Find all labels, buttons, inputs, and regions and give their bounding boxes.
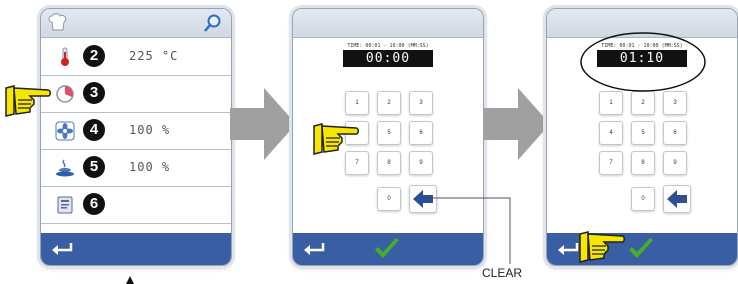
pointing-hand-icon	[5, 85, 51, 117]
fan-value: 100 %	[129, 123, 171, 137]
key-0[interactable]: 0	[631, 187, 655, 211]
top-bar	[293, 9, 483, 38]
highlight-ellipse	[580, 32, 706, 92]
main-menu-screen: 2 225 °C 3 4 100 % 5 100 % 6	[40, 8, 232, 266]
confirm-check-icon[interactable]	[627, 237, 655, 261]
key-0[interactable]: 0	[377, 187, 401, 211]
temperature-value: 225 °C	[129, 49, 179, 63]
step-badge: 6	[83, 193, 105, 215]
chef-hat-icon[interactable]	[47, 13, 69, 33]
flow-arrow-icon	[230, 88, 296, 160]
thermometer-icon	[61, 47, 69, 66]
key-7[interactable]: 7	[599, 151, 623, 175]
step-badge: 5	[83, 156, 105, 178]
steam-value: 100 %	[129, 160, 171, 174]
key-5[interactable]: 5	[631, 121, 655, 145]
time-display: 00:00	[343, 50, 433, 67]
row-steam[interactable]: 5 100 %	[41, 150, 231, 187]
search-icon[interactable]	[203, 13, 223, 33]
key-9[interactable]: 9	[409, 151, 433, 175]
time-range-caption: TIME: 00:01 - 10:00 (MM:SS)	[347, 43, 429, 49]
row-temperature[interactable]: 2 225 °C	[41, 39, 231, 76]
row-timer[interactable]: 3	[41, 76, 231, 113]
row-recipe[interactable]: 6	[41, 187, 231, 224]
key-9[interactable]: 9	[663, 151, 687, 175]
clear-button[interactable]	[663, 185, 691, 213]
bottom-bar	[547, 233, 737, 265]
key-8[interactable]: 8	[377, 151, 401, 175]
key-1[interactable]: 1	[345, 91, 369, 115]
clear-arrow-icon	[667, 190, 687, 208]
bottom-bar	[41, 233, 231, 265]
back-arrow-icon[interactable]	[301, 241, 327, 257]
key-6[interactable]: 6	[409, 121, 433, 145]
pointer-marker-icon	[126, 276, 134, 284]
step-badge: 4	[83, 119, 105, 141]
key-2[interactable]: 2	[377, 91, 401, 115]
callout-line	[432, 197, 511, 264]
key-3[interactable]: 3	[663, 91, 687, 115]
steam-icon	[56, 159, 74, 177]
back-arrow-icon[interactable]	[49, 241, 75, 257]
pointing-hand-icon	[579, 231, 625, 263]
key-1[interactable]: 1	[599, 91, 623, 115]
step-badge: 2	[83, 45, 105, 67]
key-5[interactable]: 5	[377, 121, 401, 145]
key-6[interactable]: 6	[663, 121, 687, 145]
timer-icon	[56, 85, 74, 103]
row-fan[interactable]: 4 100 %	[41, 113, 231, 150]
recipe-book-icon	[57, 196, 73, 214]
flow-arrow-icon	[484, 88, 550, 160]
pointing-hand-icon	[313, 123, 359, 155]
top-bar	[41, 9, 231, 38]
key-8[interactable]: 8	[631, 151, 655, 175]
key-4[interactable]: 4	[599, 121, 623, 145]
fan-icon	[55, 121, 75, 141]
confirm-check-icon[interactable]	[373, 237, 401, 261]
step-badge: 3	[83, 82, 105, 104]
key-3[interactable]: 3	[409, 91, 433, 115]
clear-callout-label: CLEAR	[482, 266, 523, 280]
key-2[interactable]: 2	[631, 91, 655, 115]
